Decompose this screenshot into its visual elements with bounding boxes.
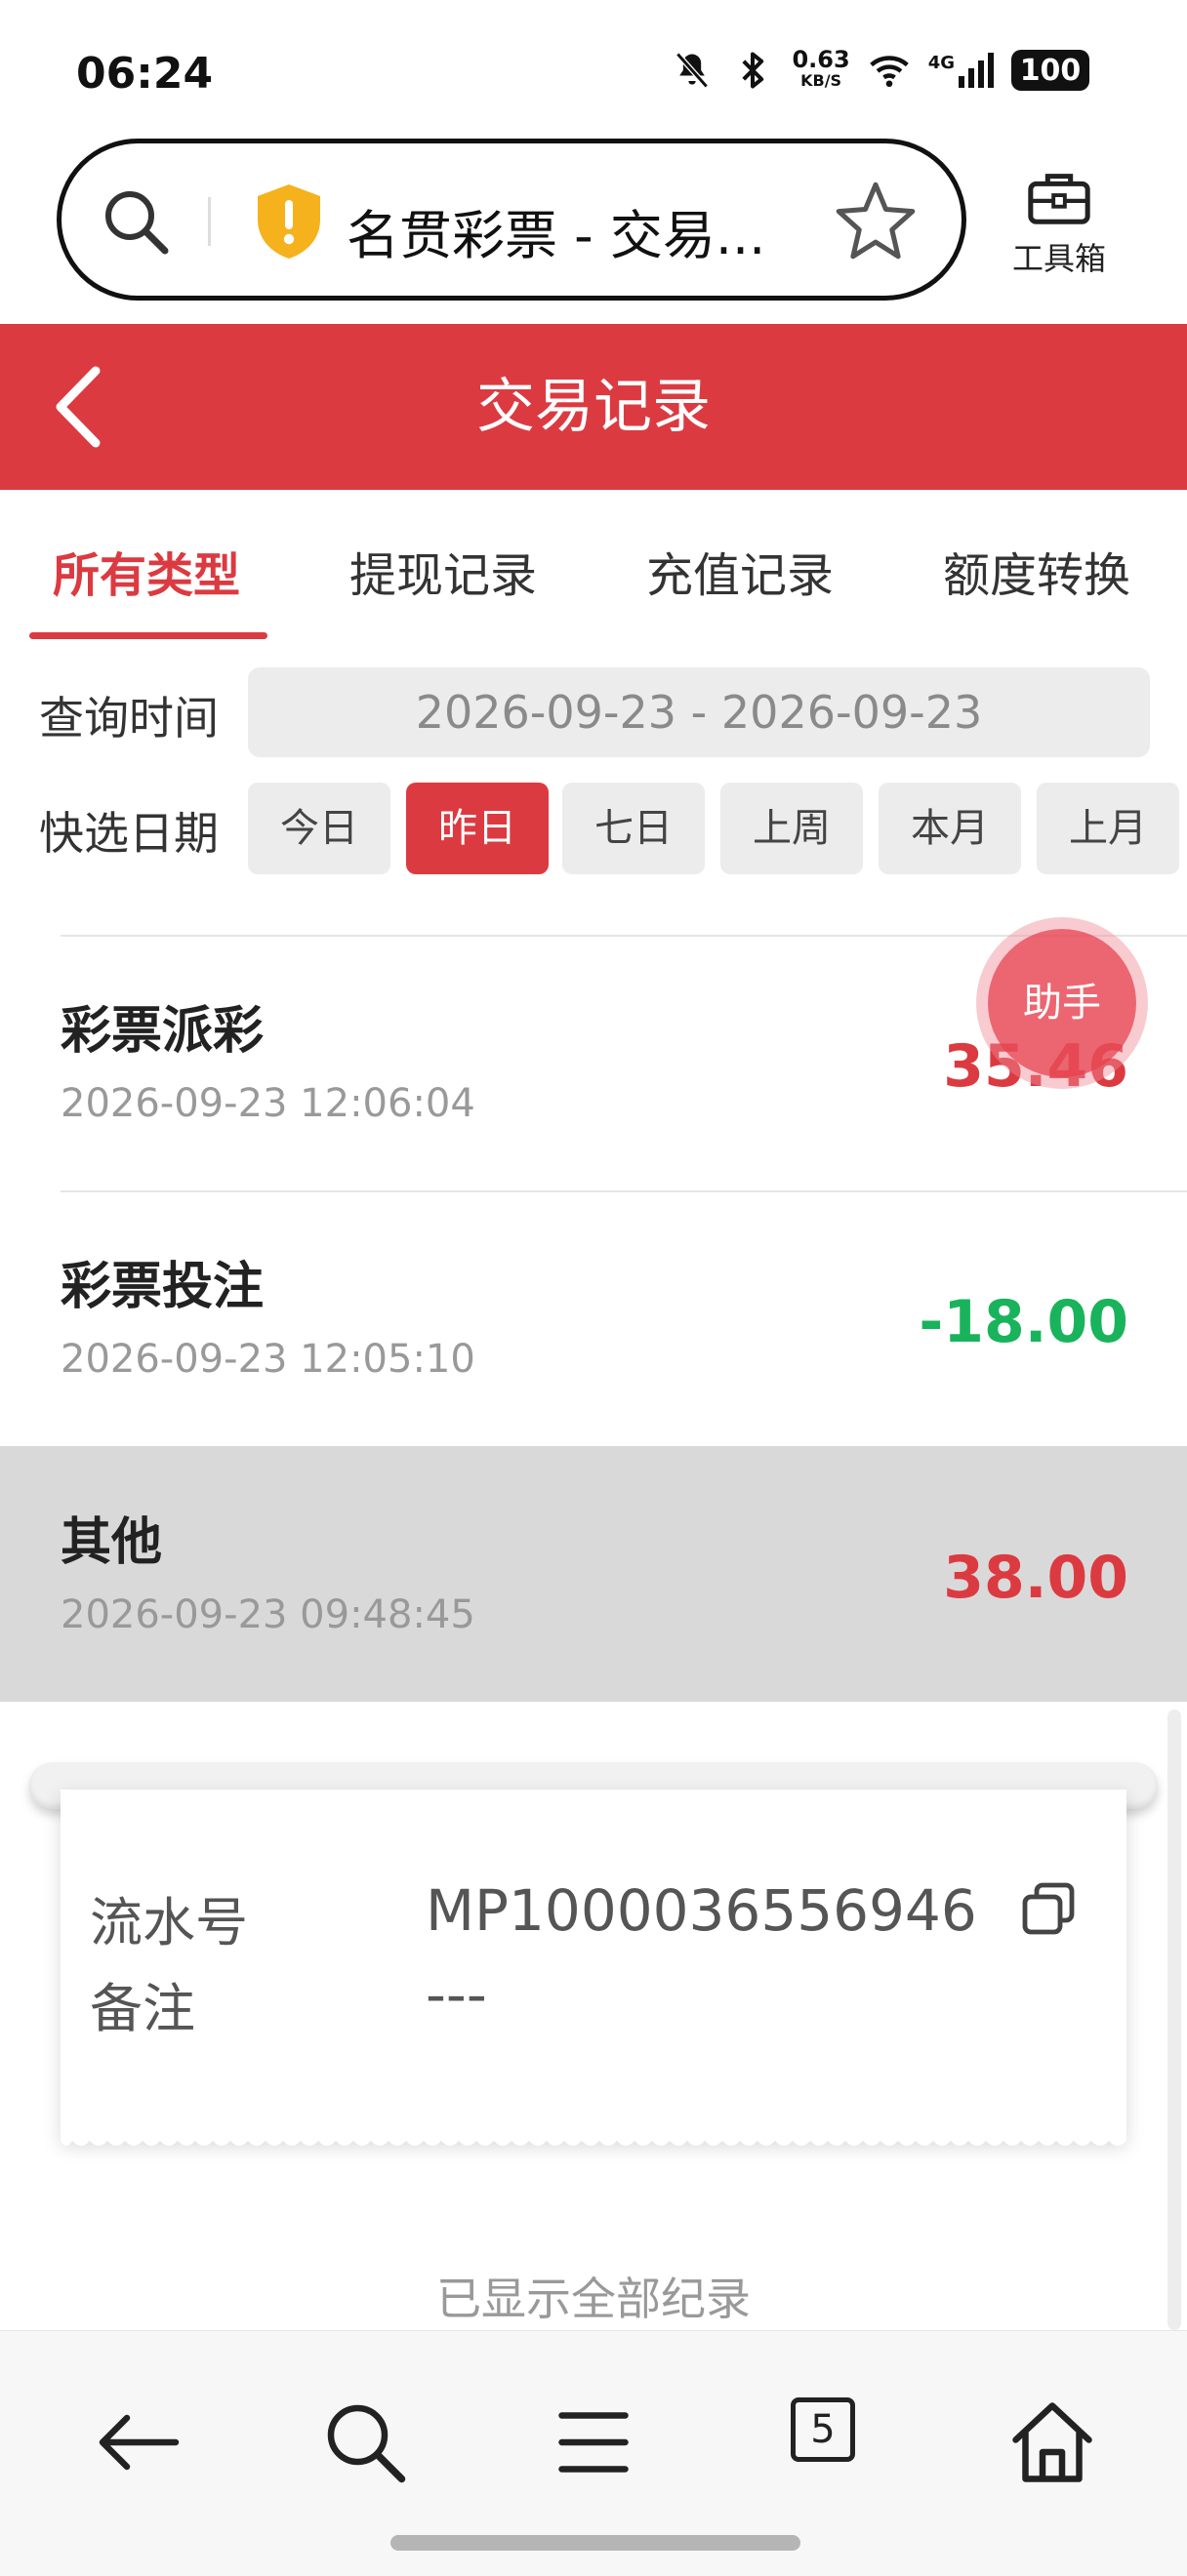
menu-icon[interactable] (545, 2394, 642, 2491)
status-icons: 0.63 KB/S 4G 100 (671, 46, 1089, 92)
record-title: 彩票投注 (61, 1258, 265, 1316)
status-time: 06:24 (76, 49, 214, 99)
record-time: 2026-09-23 09:48:45 (61, 1592, 475, 1637)
scrollbar[interactable] (1167, 1710, 1181, 2330)
net-speed-unit: KB/S (800, 71, 842, 90)
chip-last-week[interactable]: 上周 (720, 783, 863, 874)
record-title: 彩票派彩 (61, 1002, 265, 1061)
tab-deposit-records[interactable]: 充值记录 (646, 537, 834, 605)
home-icon[interactable] (1003, 2394, 1101, 2491)
quick-date-chips: 今日 昨日 七日 上周 本月 上月 (248, 783, 1187, 876)
row-divider (61, 935, 1187, 937)
tabs-count-button[interactable]: 5 (791, 2397, 855, 2462)
cell-signal-icon: 4G (928, 53, 994, 88)
query-time-label: 查询时间 (39, 692, 219, 745)
row-divider (61, 1190, 1187, 1192)
search-icon[interactable] (316, 2394, 414, 2491)
shield-warning-icon[interactable] (252, 181, 326, 262)
chip-today[interactable]: 今日 (248, 783, 390, 874)
quick-date-label: 快选日期 (39, 807, 219, 860)
assistant-button[interactable]: 助手 (988, 929, 1136, 1077)
home-indicator[interactable] (390, 2535, 800, 2551)
status-bar: 06:24 0.63 KB/S 4G 100 (0, 0, 1187, 137)
search-icon[interactable] (97, 182, 175, 261)
list-item[interactable]: 其他 2026-09-23 09:48:45 38.00 (0, 1446, 1187, 1702)
date-range-picker[interactable]: 2026-09-23 - 2026-09-23 (248, 667, 1150, 757)
serial-value: MP1000036556946 (426, 1877, 977, 1944)
battery-indicator: 100 (1011, 50, 1089, 91)
record-detail-receipt: 流水号 MP1000036556946 备注 --- (61, 1790, 1126, 2146)
tab-all-types[interactable]: 所有类型 (53, 537, 240, 605)
receipt-zigzag-edge (61, 2131, 1126, 2146)
signal-label: 4G (927, 53, 955, 73)
copy-icon[interactable] (1017, 1877, 1080, 1940)
toolbox-button[interactable]: 工具箱 (996, 166, 1123, 283)
chip-last-month[interactable]: 上月 (1037, 783, 1179, 874)
type-tabs: 所有类型 提现记录 充值记录 额度转换 (0, 490, 1187, 646)
tab-withdraw-records[interactable]: 提现记录 (349, 537, 537, 605)
record-title: 其他 (61, 1513, 163, 1572)
wifi-icon (869, 56, 909, 88)
net-speed-value: 0.63 (792, 46, 850, 73)
record-amount: -18.00 (919, 1288, 1128, 1356)
mute-icon (675, 52, 710, 89)
toolbox-label: 工具箱 (1011, 240, 1106, 277)
page-title-in-address[interactable]: 名贯彩票 - 交易... (347, 192, 854, 269)
chip-yesterday[interactable]: 昨日 (406, 783, 549, 874)
chip-seven-days[interactable]: 七日 (562, 783, 705, 874)
note-label: 备注 (90, 1978, 195, 2039)
note-value: --- (426, 1961, 487, 2028)
record-time: 2026-09-23 12:06:04 (61, 1081, 475, 1126)
page-header: 交易记录 (0, 324, 1187, 490)
end-of-list-text: 已显示全部纪录 (436, 2273, 751, 2325)
chip-this-month[interactable]: 本月 (879, 783, 1021, 874)
serial-label: 流水号 (90, 1892, 248, 1953)
record-time: 2026-09-23 12:05:10 (61, 1337, 475, 1382)
toolbox-icon (1028, 174, 1090, 224)
bookmark-star-icon[interactable] (835, 179, 917, 261)
record-amount: 38.00 (943, 1544, 1128, 1612)
address-separator (208, 197, 211, 246)
list-item[interactable]: 彩票投注 2026-09-23 12:05:10 -18.00 (0, 1190, 1187, 1446)
active-tab-underline (29, 632, 267, 639)
tab-credit-transfer[interactable]: 额度转换 (943, 537, 1130, 605)
address-bar[interactable]: 名贯彩票 - 交易... (57, 139, 966, 301)
page-title: 交易记录 (476, 373, 711, 441)
bluetooth-icon (742, 52, 764, 89)
back-arrow-icon[interactable] (88, 2394, 185, 2491)
net-speed: 0.63 KB/S (792, 46, 850, 92)
